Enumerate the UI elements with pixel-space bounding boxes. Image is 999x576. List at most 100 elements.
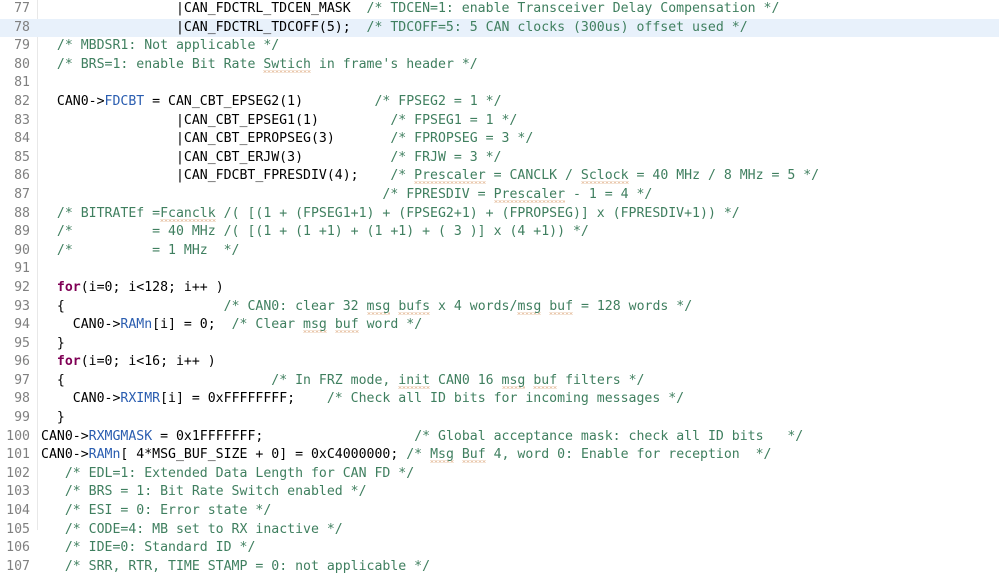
code-comment: /* (406, 447, 431, 463)
code-line-source[interactable]: /* SRR, RTR, TIME STAMP = 0: not applica… (41, 558, 430, 576)
code-line-source[interactable]: CAN0->RXMGMASK = 0x1FFFFFFF; /* Global a… (41, 428, 803, 447)
code-editor[interactable]: 77 |CAN_FDCTRL_TDCEN_MASK /* TDCEN=1: en… (0, 0, 999, 574)
code-line-source[interactable]: |CAN_FDCTRL_TDCEN_MASK /* TDCEN=1: enabl… (41, 0, 779, 19)
code-line[interactable]: 106 /* IDE=0: Standard ID */ (0, 539, 999, 558)
line-number: 78 (14, 19, 30, 35)
code-line[interactable]: 100 CAN0->RXMGMASK = 0x1FFFFFFF; /* Globa… (0, 428, 999, 447)
line-number: 77 (14, 1, 30, 16)
code-token: CAN0-> (41, 317, 121, 333)
code-line[interactable]: 83 |CAN_CBT_EPSEG1(1) /* FPSEG1 = 1 */ (0, 112, 999, 131)
code-line[interactable]: 94 CAN0->RAMn[i] = 0; /* Clear msg buf w… (0, 316, 999, 335)
code-line[interactable]: 80 /* BRS=1: enable Bit Rate Swtich in f… (0, 56, 999, 75)
code-line-source[interactable]: CAN0->RXIMR[i] = 0xFFFFFFFF; /* Check al… (41, 390, 684, 409)
code-line-source[interactable]: /* IDE=0: Standard ID */ (41, 539, 256, 558)
code-line[interactable]: 98 CAN0->RXIMR[i] = 0xFFFFFFFF; /* Check… (0, 390, 999, 409)
code-line-source[interactable]: CAN0->RAMn[i] = 0; /* Clear msg buf word… (41, 316, 422, 335)
code-comment: /* BRS=1: enable Bit Rate (56, 56, 264, 72)
code-line-source[interactable]: } (41, 409, 65, 428)
code-comment: /* CODE=4: MB set to RX inactive */ (64, 521, 343, 537)
line-number: 81 (14, 75, 30, 91)
spellcheck-misspelling: Sclock (580, 168, 629, 184)
code-keyword: for (56, 354, 81, 370)
code-token: CAN0-> (41, 391, 121, 407)
code-line[interactable]: 84 |CAN_CBT_EPROPSEG(3) /* FPROPSEG = 3 … (0, 130, 999, 149)
code-line[interactable]: 82 CAN0->FDCBT = CAN_CBT_EPSEG2(1) /* FP… (0, 93, 999, 112)
code-line[interactable]: 79 /* MBDSR1: Not applicable */ (0, 37, 999, 56)
code-comment: /* IDE=0: Standard ID */ (64, 540, 256, 556)
code-line[interactable]: 88 /* BITRATEf =Fcanclk /( [(1 + (FPSEG1… (0, 205, 999, 224)
code-text-area[interactable]: 77 |CAN_FDCTRL_TDCEN_MASK /* TDCEN=1: en… (0, 0, 999, 576)
code-line-source[interactable]: /* FPRESDIV = Prescaler - 1 = 4 */ (41, 186, 652, 205)
code-line-source[interactable]: /* BITRATEf =Fcanclk /( [(1 + (FPSEG1+1)… (41, 205, 740, 224)
code-line-source[interactable]: /* EDL=1: Extended Data Length for CAN F… (41, 465, 414, 484)
code-line[interactable]: 85 |CAN_CBT_ERJW(3) /* FRJW = 3 */ (0, 149, 999, 168)
code-line-source[interactable]: /* BRS = 1: Bit Rate Switch enabled */ (41, 483, 367, 502)
code-line-source[interactable]: |CAN_CBT_EPROPSEG(3) /* FPROPSEG = 3 */ (41, 130, 533, 149)
code-line-source[interactable]: { /* CAN0: clear 32 msg bufs x 4 words/m… (41, 298, 692, 317)
code-line[interactable]: 96 for(i=0; i<16; i++ ) (0, 353, 999, 372)
code-line[interactable]: 93 { /* CAN0: clear 32 msg bufs x 4 word… (0, 298, 999, 317)
code-line-source[interactable]: |CAN_FDCBT_FPRESDIV(4); /* Prescaler = C… (41, 167, 819, 186)
code-line-source[interactable]: |CAN_FDCTRL_TDCOFF(5); /* TDCOFF=5: 5 CA… (41, 19, 748, 38)
code-line[interactable]: 91 (0, 260, 999, 279)
code-line-source[interactable]: |CAN_CBT_ERJW(3) /* FRJW = 3 */ (41, 149, 502, 168)
code-line[interactable]: 101 CAN0->RAMn[ 4*MSG_BUF_SIZE + 0] = 0xC… (0, 446, 999, 465)
code-line-source[interactable]: { /* In FRZ mode, init CAN0 16 msg buf f… (41, 372, 644, 391)
code-line-source[interactable]: for(i=0; i<16; i++ ) (41, 353, 216, 372)
line-number: 99 (14, 410, 30, 426)
code-comment: = CANCLK / (485, 168, 581, 184)
spellcheck-misspelling: msg (517, 298, 542, 314)
code-comment: word */ (358, 317, 423, 333)
code-line[interactable]: 107 /* SRR, RTR, TIME STAMP = 0: not app… (0, 558, 999, 576)
code-line[interactable]: 77 |CAN_FDCTRL_TDCEN_MASK /* TDCEN=1: en… (0, 0, 999, 19)
code-line[interactable]: 104 /* ESI = 0: Error state */ (0, 502, 999, 521)
code-comment: /* Check all ID bits for incoming messag… (326, 391, 685, 407)
line-number: 102 (6, 465, 30, 481)
code-comment: x 4 words/ (430, 298, 518, 314)
code-line[interactable]: 87 /* FPRESDIV = Prescaler - 1 = 4 */ (0, 186, 999, 205)
code-comment: = 40 MHz / 8 MHz = 5 */ (628, 168, 820, 184)
code-line[interactable]: 92 for(i=0; i<128; i++ ) (0, 279, 999, 298)
code-member: FDCBT (104, 93, 145, 109)
code-token: } (41, 410, 65, 426)
code-line-source[interactable]: for(i=0; i<128; i++ ) (41, 279, 224, 298)
code-line[interactable]: 90 /* = 1 MHz */ (0, 242, 999, 261)
code-token: CAN0-> (41, 428, 89, 444)
code-line[interactable]: 103 /* BRS = 1: Bit Rate Switch enabled … (0, 483, 999, 502)
code-line[interactable]: 97 { /* In FRZ mode, init CAN0 16 msg bu… (0, 372, 999, 391)
code-token: = 0x1FFFFFFF; (152, 428, 415, 444)
code-line-source[interactable]: /* ESI = 0: Error state */ (41, 502, 271, 521)
line-number: 85 (14, 149, 30, 165)
code-line-source[interactable]: /* MBDSR1: Not applicable */ (41, 37, 279, 56)
line-number: 104 (6, 503, 30, 519)
code-comment: /* = 40 MHz /( [(1 + (1 +1) + (1 +1) + (… (56, 224, 589, 240)
code-line[interactable]: 99 } (0, 409, 999, 428)
code-line[interactable]: 86 |CAN_FDCBT_FPRESDIV(4); /* Prescaler … (0, 167, 999, 186)
code-token: (i=0; i<16; i++ ) (80, 354, 216, 370)
code-line[interactable]: 102 /* EDL=1: Extended Data Length for C… (0, 465, 999, 484)
code-line[interactable]: 89 /* = 40 MHz /( [(1 + (1 +1) + (1 +1) … (0, 223, 999, 242)
line-number: 101 (6, 447, 30, 463)
code-comment: /* TDCEN=1: enable Transceiver Delay Com… (366, 1, 780, 16)
code-line-source[interactable]: |CAN_CBT_EPSEG1(1) /* FPSEG1 = 1 */ (41, 112, 517, 131)
code-line[interactable]: 78 |CAN_FDCTRL_TDCOFF(5); /* TDCOFF=5: 5… (0, 18, 999, 38)
code-line-source[interactable]: /* = 40 MHz /( [(1 + (1 +1) + (1 +1) + (… (41, 223, 589, 242)
code-line-source[interactable]: /* BRS=1: enable Bit Rate Swtich in fram… (41, 56, 478, 75)
code-line-source[interactable]: } (41, 335, 65, 354)
line-number: 86 (14, 168, 30, 184)
code-comment: /* ESI = 0: Error state */ (64, 503, 272, 519)
code-token: |CAN_FDCTRL_TDCEN_MASK (41, 1, 367, 16)
code-token: [i] = 0xFFFFFFFF; (160, 391, 327, 407)
code-comment: /* CAN0: clear 32 (223, 298, 367, 314)
code-line[interactable]: 81 (0, 74, 999, 93)
code-token: (i=0; i<128; i++ ) (80, 279, 224, 295)
code-line-source[interactable]: CAN0->FDCBT = CAN_CBT_EPSEG2(1) /* FPSEG… (41, 93, 502, 112)
code-comment: /* BRS = 1: Bit Rate Switch enabled */ (64, 484, 367, 500)
code-line-source[interactable]: CAN0->RAMn[ 4*MSG_BUF_SIZE + 0] = 0xC400… (41, 446, 772, 465)
code-line-source[interactable]: /* = 1 MHz */ (41, 242, 240, 261)
code-token: |CAN_FDCTRL_TDCOFF(5); (41, 19, 367, 35)
line-number: 107 (6, 558, 30, 574)
code-line[interactable]: 95 } (0, 335, 999, 354)
